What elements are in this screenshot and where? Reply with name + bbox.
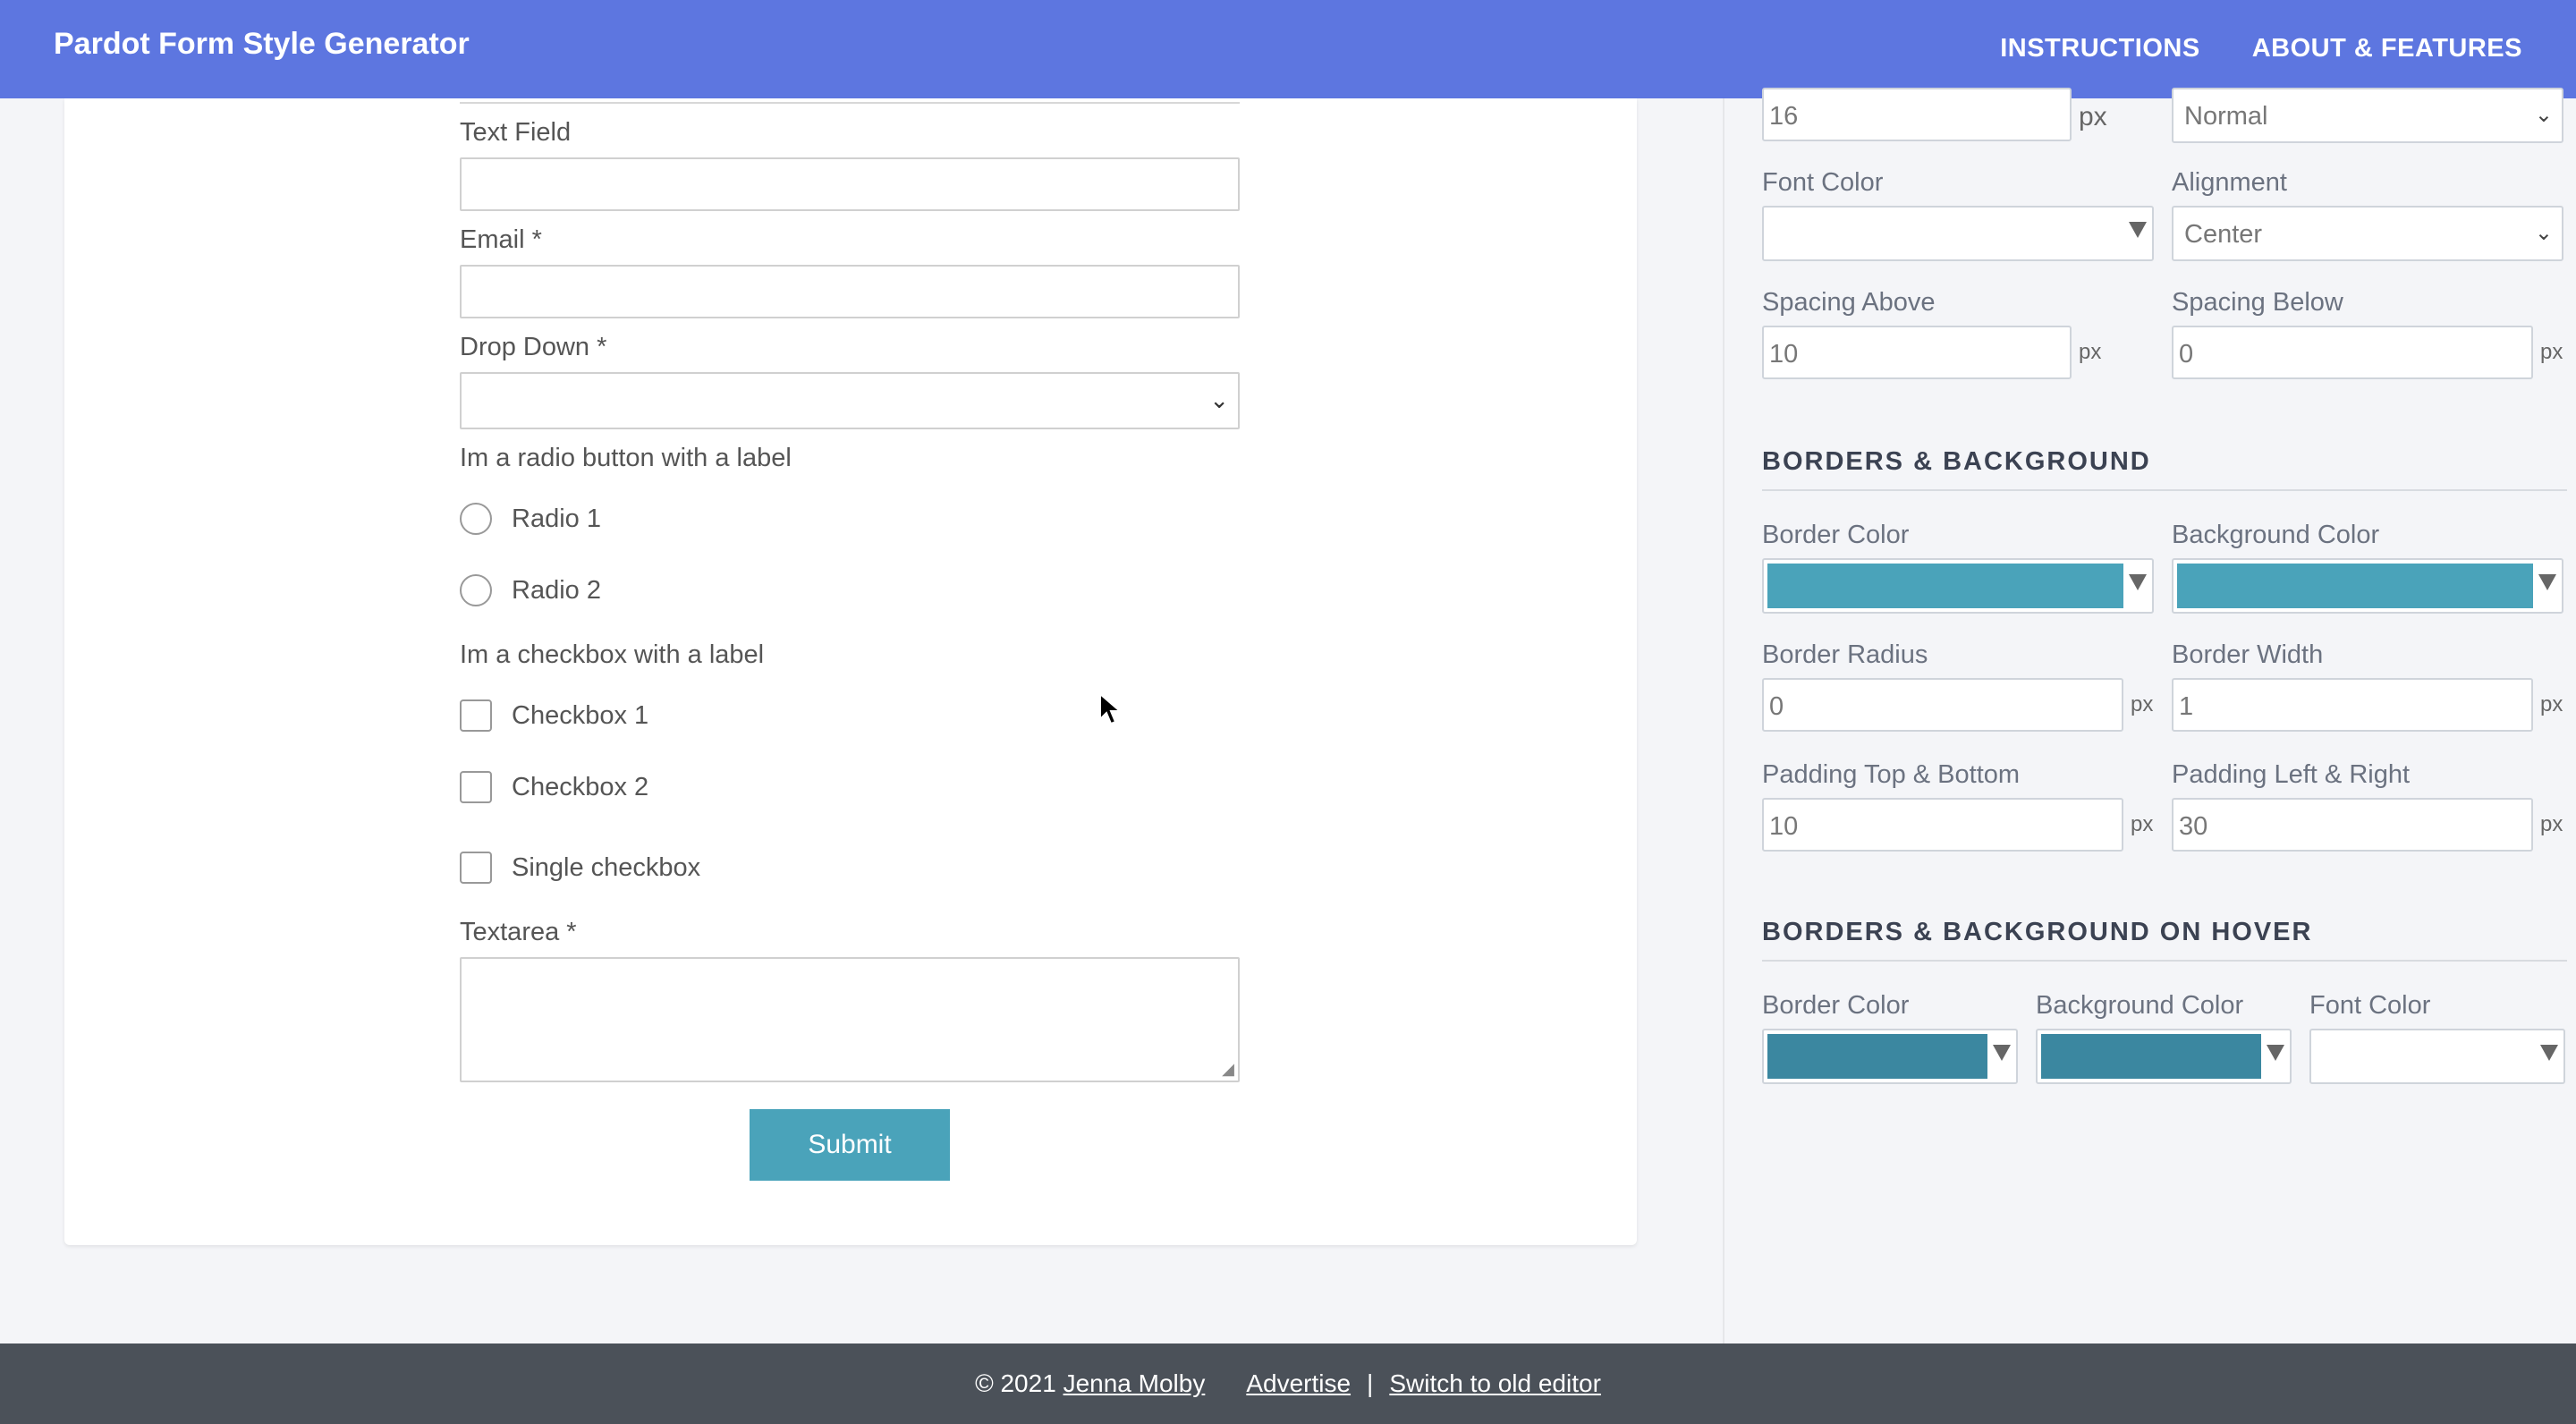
radio-label: Radio 2 — [512, 575, 601, 605]
border-width-unit: px — [2540, 692, 2563, 716]
border-radius-label: Border Radius — [1762, 640, 1928, 669]
border-width-label: Border Width — [2172, 640, 2324, 669]
chevron-down-icon: ⌄ — [2534, 221, 2553, 245]
nav-about-features[interactable]: ABOUT & FEATURES — [2252, 34, 2522, 64]
radio-button[interactable] — [460, 574, 492, 606]
footer-separator: | — [1367, 1369, 1374, 1397]
spacing-below-label: Spacing Below — [2172, 288, 2343, 317]
caret-down-icon — [2129, 222, 2147, 238]
resize-grip-icon[interactable]: ◢ — [1222, 1060, 1234, 1079]
text-field-label: Text Field — [460, 118, 572, 147]
checkbox-label: Single checkbox — [512, 852, 701, 882]
padding-top-bottom-input[interactable]: 10 — [1762, 798, 2123, 852]
radio-option-1[interactable]: Radio 1 — [460, 503, 601, 535]
hover-font-color-picker[interactable] — [2309, 1029, 2565, 1084]
radio-label: Radio 1 — [512, 504, 601, 533]
font-size-input[interactable]: 16 — [1762, 88, 2072, 141]
email-label: Email * — [460, 225, 542, 254]
nav-instructions[interactable]: INSTRUCTIONS — [2000, 34, 2200, 64]
radio-button[interactable] — [460, 503, 492, 535]
hover-heading: BORDERS & BACKGROUND ON HOVER — [1762, 918, 2567, 962]
border-width-input[interactable]: 1 — [2172, 678, 2533, 732]
author-link[interactable]: Jenna Molby — [1063, 1369, 1206, 1398]
border-color-swatch — [1767, 564, 2123, 608]
border-color-picker[interactable] — [1762, 558, 2154, 614]
old-editor-link[interactable]: Switch to old editor — [1389, 1369, 1601, 1398]
spacing-below-input[interactable]: 0 — [2172, 326, 2533, 379]
hover-background-color-swatch — [2041, 1034, 2261, 1079]
hover-background-color-picker[interactable] — [2036, 1029, 2292, 1084]
alignment-select[interactable]: Center ⌄ — [2172, 206, 2563, 261]
borders-background-heading: BORDERS & BACKGROUND — [1762, 447, 2567, 491]
caret-down-icon — [2538, 574, 2556, 590]
padding-left-right-unit: px — [2540, 812, 2563, 836]
previous-field-edge — [460, 98, 1240, 104]
font-color-picker[interactable] — [1762, 206, 2154, 261]
chevron-down-icon: ⌄ — [2534, 103, 2553, 127]
hover-border-color-label: Border Color — [1762, 991, 1910, 1020]
spacing-below-unit: px — [2540, 340, 2563, 364]
font-color-label: Font Color — [1762, 168, 1884, 197]
nav-links: INSTRUCTIONS ABOUT & FEATURES — [2000, 34, 2522, 64]
spacing-above-label: Spacing Above — [1762, 288, 1936, 317]
caret-down-icon — [1993, 1045, 2011, 1061]
radio-option-2[interactable]: Radio 2 — [460, 574, 601, 606]
background-color-label: Background Color — [2172, 521, 2380, 549]
textarea-input[interactable]: ◢ — [460, 957, 1240, 1082]
hover-border-color-picker[interactable] — [1762, 1029, 2018, 1084]
textarea-label: Textarea * — [460, 918, 577, 946]
checkbox-group-label: Im a checkbox with a label — [460, 640, 765, 669]
spacing-above-unit: px — [2079, 340, 2102, 364]
padding-top-bottom-label: Padding Top & Bottom — [1762, 760, 2021, 789]
caret-down-icon — [2540, 1045, 2558, 1061]
checkbox-option-2[interactable]: Checkbox 2 — [460, 771, 648, 803]
alignment-value: Center — [2184, 220, 2263, 249]
style-settings-panel: 16 px Normal ⌄ Font Color Alignment Cent… — [1723, 88, 2576, 1343]
padding-top-bottom-unit: px — [2131, 812, 2154, 836]
email-input[interactable] — [460, 265, 1240, 318]
alignment-label: Alignment — [2172, 168, 2287, 197]
background-color-picker[interactable] — [2172, 558, 2563, 614]
hover-background-color-label: Background Color — [2036, 991, 2244, 1020]
padding-left-right-input[interactable]: 30 — [2172, 798, 2533, 852]
font-weight-select[interactable]: Normal ⌄ — [2172, 88, 2563, 143]
top-navbar: Pardot Form Style Generator INSTRUCTIONS… — [0, 0, 2576, 98]
checkbox-label: Checkbox 2 — [512, 772, 649, 801]
single-checkbox[interactable]: Single checkbox — [460, 852, 700, 884]
spacing-above-input[interactable]: 10 — [1762, 326, 2072, 379]
hover-border-color-swatch — [1767, 1034, 1987, 1079]
background-color-swatch — [2177, 564, 2533, 608]
checkbox[interactable] — [460, 852, 492, 884]
chevron-down-icon: ⌄ — [1209, 386, 1229, 413]
advertise-link[interactable]: Advertise — [1246, 1369, 1351, 1398]
mouse-cursor-icon — [1099, 692, 1123, 725]
checkbox[interactable] — [460, 699, 492, 732]
submit-button[interactable]: Submit — [750, 1109, 950, 1181]
caret-down-icon — [2129, 574, 2147, 590]
padding-left-right-label: Padding Left & Right — [2172, 760, 2411, 789]
dropdown-label: Drop Down * — [460, 333, 607, 361]
checkbox-option-1[interactable]: Checkbox 1 — [460, 699, 648, 732]
checkbox-label: Checkbox 1 — [512, 700, 649, 730]
brand-title[interactable]: Pardot Form Style Generator — [54, 27, 470, 62]
border-radius-unit: px — [2131, 692, 2154, 716]
font-size-unit: px — [2079, 102, 2107, 131]
caret-down-icon — [2267, 1045, 2284, 1061]
radio-group-label: Im a radio button with a label — [460, 444, 792, 472]
hover-font-color-label: Font Color — [2309, 991, 2431, 1020]
text-field-input[interactable] — [460, 157, 1240, 211]
font-weight-value: Normal — [2184, 102, 2268, 131]
checkbox[interactable] — [460, 771, 492, 803]
form-preview-card: Text Field Email * Drop Down * ⌄ Im a ra… — [64, 98, 1637, 1245]
border-color-label: Border Color — [1762, 521, 1910, 549]
border-radius-input[interactable]: 0 — [1762, 678, 2123, 732]
footer: © 2021 Jenna Molby Advertise | Switch to… — [0, 1343, 2576, 1424]
dropdown-select[interactable]: ⌄ — [460, 372, 1240, 429]
copyright-text: © 2021 — [975, 1369, 1056, 1397]
